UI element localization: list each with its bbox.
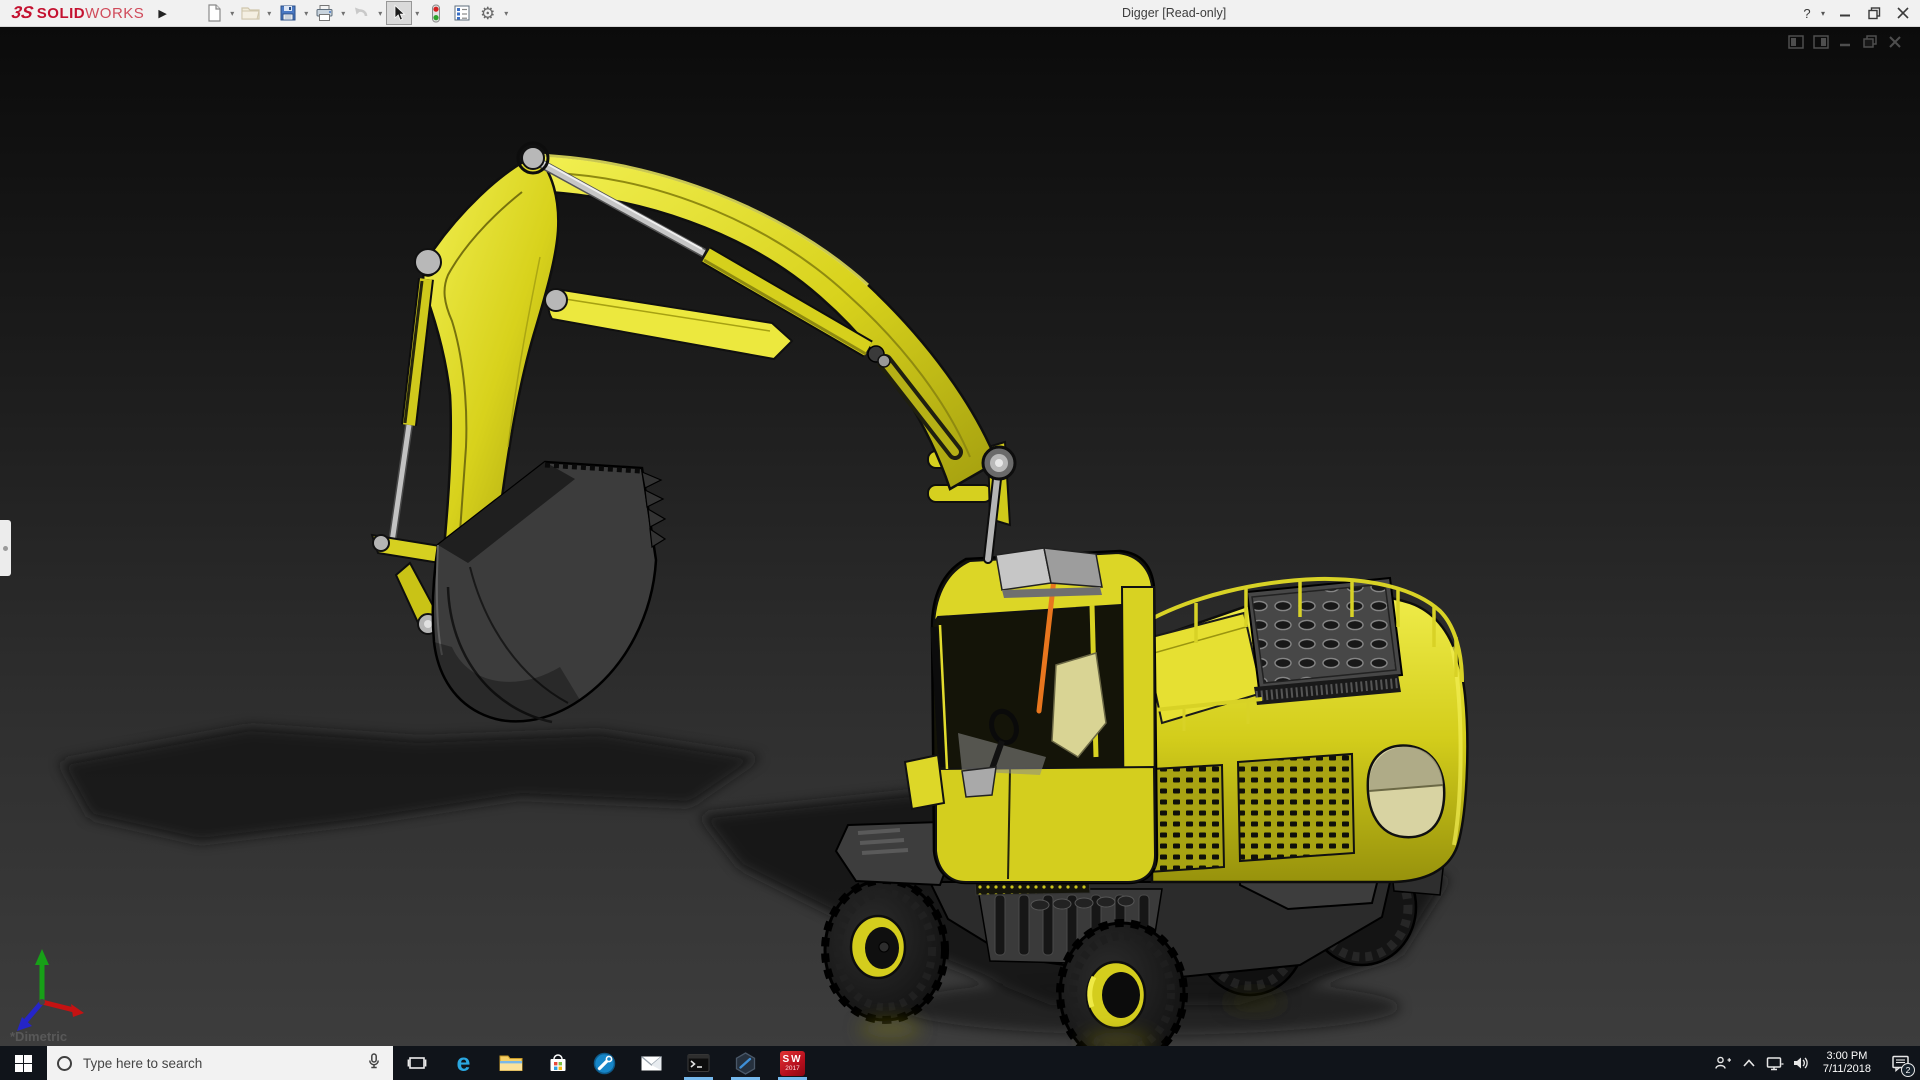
close-icon [1897, 7, 1909, 19]
doc-restore-icon[interactable] [1863, 35, 1879, 49]
taskbar-store-button[interactable] [534, 1046, 581, 1080]
panel-tab-grip-icon [3, 545, 8, 551]
select-tool-button[interactable] [385, 1, 412, 25]
taskbar-cmd-button[interactable] [675, 1046, 722, 1080]
help-button[interactable]: ? [1798, 3, 1816, 23]
ds-logo-icon: 3S [10, 3, 35, 22]
new-document-button[interactable] [201, 1, 227, 25]
sw-icon-label: SW [782, 1053, 803, 1065]
tray-overflow-button[interactable] [1736, 1046, 1762, 1080]
print-button[interactable] [312, 1, 338, 25]
people-icon [1715, 1056, 1731, 1069]
window-controls: ? ▾ [1798, 3, 1912, 23]
speaker-icon [1793, 1057, 1808, 1069]
taskbar-solidworks-button[interactable]: SW 2017 [769, 1046, 816, 1080]
microphone-icon[interactable] [365, 1052, 383, 1075]
wrench-circle-icon [593, 1052, 616, 1074]
view-orientation-label: *Dimetric [10, 1029, 68, 1044]
gear-icon: ⚙ [480, 3, 496, 23]
pane-toggle-left-icon[interactable] [1788, 35, 1804, 49]
open-dropdown-caret[interactable]: ▾ [264, 9, 275, 18]
brand-name-light: WORKS [85, 5, 145, 22]
taskbar-mail-button[interactable] [628, 1046, 675, 1080]
doc-minimize-icon[interactable] [1838, 35, 1854, 49]
save-floppy-icon [280, 5, 296, 21]
clock-time: 3:00 PM [1826, 1050, 1868, 1062]
restore-button[interactable] [1865, 3, 1883, 23]
edge-icon: e [456, 1048, 471, 1077]
open-folder-icon [241, 7, 260, 20]
help-dropdown-caret[interactable]: ▾ [1821, 9, 1825, 18]
restore-icon [1867, 6, 1880, 19]
solidworks-logo: 3S SOLID WORKS [10, 3, 145, 23]
feature-panel-collapsed-tab[interactable] [0, 520, 11, 576]
taskbar-settings-button[interactable] [581, 1046, 628, 1080]
volume-button[interactable] [1788, 1046, 1814, 1080]
rear-oval-window [1366, 744, 1446, 839]
pane-toggle-right-icon[interactable] [1813, 35, 1829, 49]
rebuild-button[interactable] [423, 1, 449, 25]
clock[interactable]: 3:00 PM 7/11/2018 [1814, 1046, 1880, 1080]
windows-taskbar: Type here to search e SW 2017 3:00 PM 7/… [0, 1046, 1920, 1080]
minimize-icon [1840, 14, 1850, 17]
toolbar-flyout-icon[interactable]: ▶ [158, 7, 166, 20]
chevron-up-icon [1743, 1059, 1755, 1067]
document-window-controls [1788, 35, 1904, 49]
command-prompt-icon [687, 1054, 710, 1072]
start-button[interactable] [0, 1046, 47, 1080]
search-input[interactable]: Type here to search [47, 1046, 393, 1080]
taskbar-edge-button[interactable]: e [440, 1046, 487, 1080]
properties-button[interactable] [449, 1, 475, 25]
network-button[interactable] [1762, 1046, 1788, 1080]
select-cursor-icon [394, 4, 406, 21]
select-dropdown-caret[interactable]: ▾ [412, 9, 423, 18]
options-dropdown-caret[interactable]: ▾ [501, 9, 512, 18]
taskbar-explorer-button[interactable] [487, 1046, 534, 1080]
graphics-viewport[interactable]: *Dimetric [0, 27, 1920, 1046]
new-dropdown-caret[interactable]: ▾ [227, 9, 238, 18]
brand-name-bold: SOLID [36, 5, 86, 22]
cortana-icon [57, 1055, 72, 1071]
roof-box [995, 547, 1052, 591]
clock-date: 7/11/2018 [1822, 1063, 1871, 1075]
windows-logo-icon [15, 1054, 32, 1072]
task-view-button[interactable] [393, 1046, 440, 1080]
action-center-button[interactable]: 2 [1880, 1046, 1920, 1080]
hexagon-app-icon [735, 1051, 756, 1075]
cab [903, 547, 1159, 885]
model-scene[interactable] [0, 27, 1920, 1046]
network-icon [1766, 1057, 1784, 1071]
close-button[interactable] [1894, 3, 1912, 23]
titlebar: 3S SOLID WORKS ▶ ▾ ▾ ▾ ▾ ▾ ▾ ⚙ ▾ Digger … [0, 0, 1920, 27]
undo-dropdown-caret[interactable]: ▾ [375, 9, 386, 18]
mail-icon [641, 1055, 662, 1070]
sw-icon-year: 2017 [785, 1064, 800, 1072]
system-tray: 3:00 PM 7/11/2018 2 [1710, 1046, 1920, 1080]
task-view-icon [407, 1057, 426, 1069]
store-icon [550, 1054, 565, 1071]
print-dropdown-caret[interactable]: ▾ [338, 9, 349, 18]
doc-close-icon[interactable] [1888, 35, 1904, 49]
solidworks-2017-icon: SW 2017 [780, 1050, 805, 1076]
quick-toolbar: ▾ ▾ ▾ ▾ ▾ ▾ ⚙ ▾ [201, 1, 512, 25]
traffic-light-icon [431, 4, 440, 22]
taskbar-composer-button[interactable] [722, 1046, 769, 1080]
properties-list-icon [454, 5, 470, 21]
front-right-wheel [1056, 919, 1188, 1046]
notification-badge: 2 [1901, 1063, 1915, 1077]
front-left-wheel [821, 876, 949, 1024]
undo-icon [355, 7, 368, 17]
new-document-icon [208, 4, 221, 22]
print-icon [316, 5, 333, 21]
save-button[interactable] [275, 1, 301, 25]
people-button[interactable] [1710, 1046, 1736, 1080]
undo-button[interactable] [349, 1, 375, 25]
window-title: Digger [Read-only] [1122, 6, 1227, 20]
search-placeholder: Type here to search [83, 1055, 203, 1071]
save-dropdown-caret[interactable]: ▾ [301, 9, 312, 18]
file-explorer-icon [499, 1055, 522, 1071]
open-button[interactable] [238, 1, 264, 25]
minimize-button[interactable] [1836, 3, 1854, 23]
options-button[interactable]: ⚙ [475, 1, 501, 25]
